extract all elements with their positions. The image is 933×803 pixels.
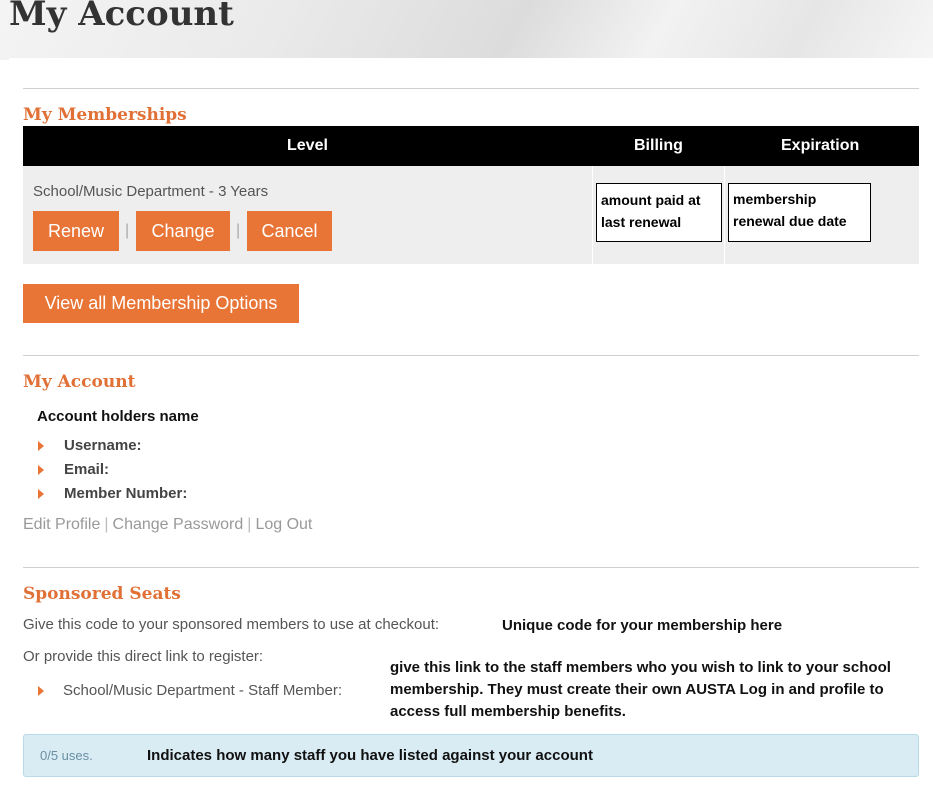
staff-member-link-label: School/Music Department - Staff Member:: [63, 682, 342, 699]
account-holder-name: Account holders name: [37, 408, 199, 425]
link-separator: |: [104, 516, 109, 533]
member-number-label: Member Number:: [64, 485, 188, 502]
log-out-link[interactable]: Log Out: [255, 516, 312, 533]
memberships-table: Level Billing Expiration School/Music De…: [23, 126, 919, 264]
view-all-membership-options-button[interactable]: View all Membership Options: [23, 284, 299, 323]
caret-right-icon: [38, 489, 44, 499]
table-row: School/Music Department - 3 Years Renew …: [23, 166, 919, 264]
username-label: Username:: [64, 437, 142, 454]
change-password-link[interactable]: Change Password: [113, 516, 244, 533]
usage-count: 0/5 uses.: [40, 748, 93, 763]
usage-annotation: Indicates how many staff you have listed…: [147, 747, 593, 764]
list-item: School/Music Department - Staff Member:: [37, 682, 342, 699]
account-links: Edit Profile | Change Password | Log Out: [23, 516, 312, 534]
action-separator: |: [236, 222, 241, 239]
cell-divider: [592, 166, 593, 264]
column-expiration: Expiration: [781, 137, 860, 154]
email-label: Email:: [64, 461, 110, 478]
link-separator: |: [247, 516, 252, 533]
sponsored-seats-title: Sponsored Seats: [23, 584, 181, 604]
billing-annotation: amount paid at last renewal: [596, 183, 722, 242]
expiration-annotation: membership renewal due date: [728, 183, 871, 242]
change-button[interactable]: Change: [136, 211, 230, 251]
memberships-title: My Memberships: [23, 105, 187, 125]
link-annotation: give this link to the staff members who …: [390, 659, 891, 720]
code-annotation: Unique code for your membership here: [502, 617, 783, 634]
list-item: Username:: [37, 437, 187, 461]
divider: [23, 88, 919, 89]
list-item: Member Number:: [37, 485, 187, 509]
renew-button[interactable]: Renew: [33, 211, 119, 251]
account-title: My Account: [23, 372, 136, 392]
column-level: Level: [287, 137, 328, 154]
caret-right-icon: [38, 686, 44, 696]
action-separator: |: [125, 222, 130, 239]
page-title: My Account: [9, 0, 234, 34]
link-prompt: Or provide this direct link to register:: [23, 648, 264, 665]
membership-level: School/Music Department - 3 Years: [33, 183, 269, 200]
divider: [23, 567, 919, 568]
usage-info-box: 0/5 uses. Indicates how many staff you h…: [23, 734, 919, 777]
column-billing: Billing: [634, 137, 683, 154]
code-prompt: Give this code to your sponsored members…: [23, 616, 440, 633]
caret-right-icon: [38, 441, 44, 451]
cell-divider: [724, 166, 725, 264]
caret-right-icon: [38, 465, 44, 475]
table-header: Level Billing Expiration: [23, 126, 919, 166]
divider: [23, 355, 919, 356]
cancel-button[interactable]: Cancel: [247, 211, 332, 251]
list-item: Email:: [37, 461, 187, 485]
edit-profile-link[interactable]: Edit Profile: [23, 516, 100, 533]
account-details-list: Username: Email: Member Number:: [37, 437, 187, 509]
